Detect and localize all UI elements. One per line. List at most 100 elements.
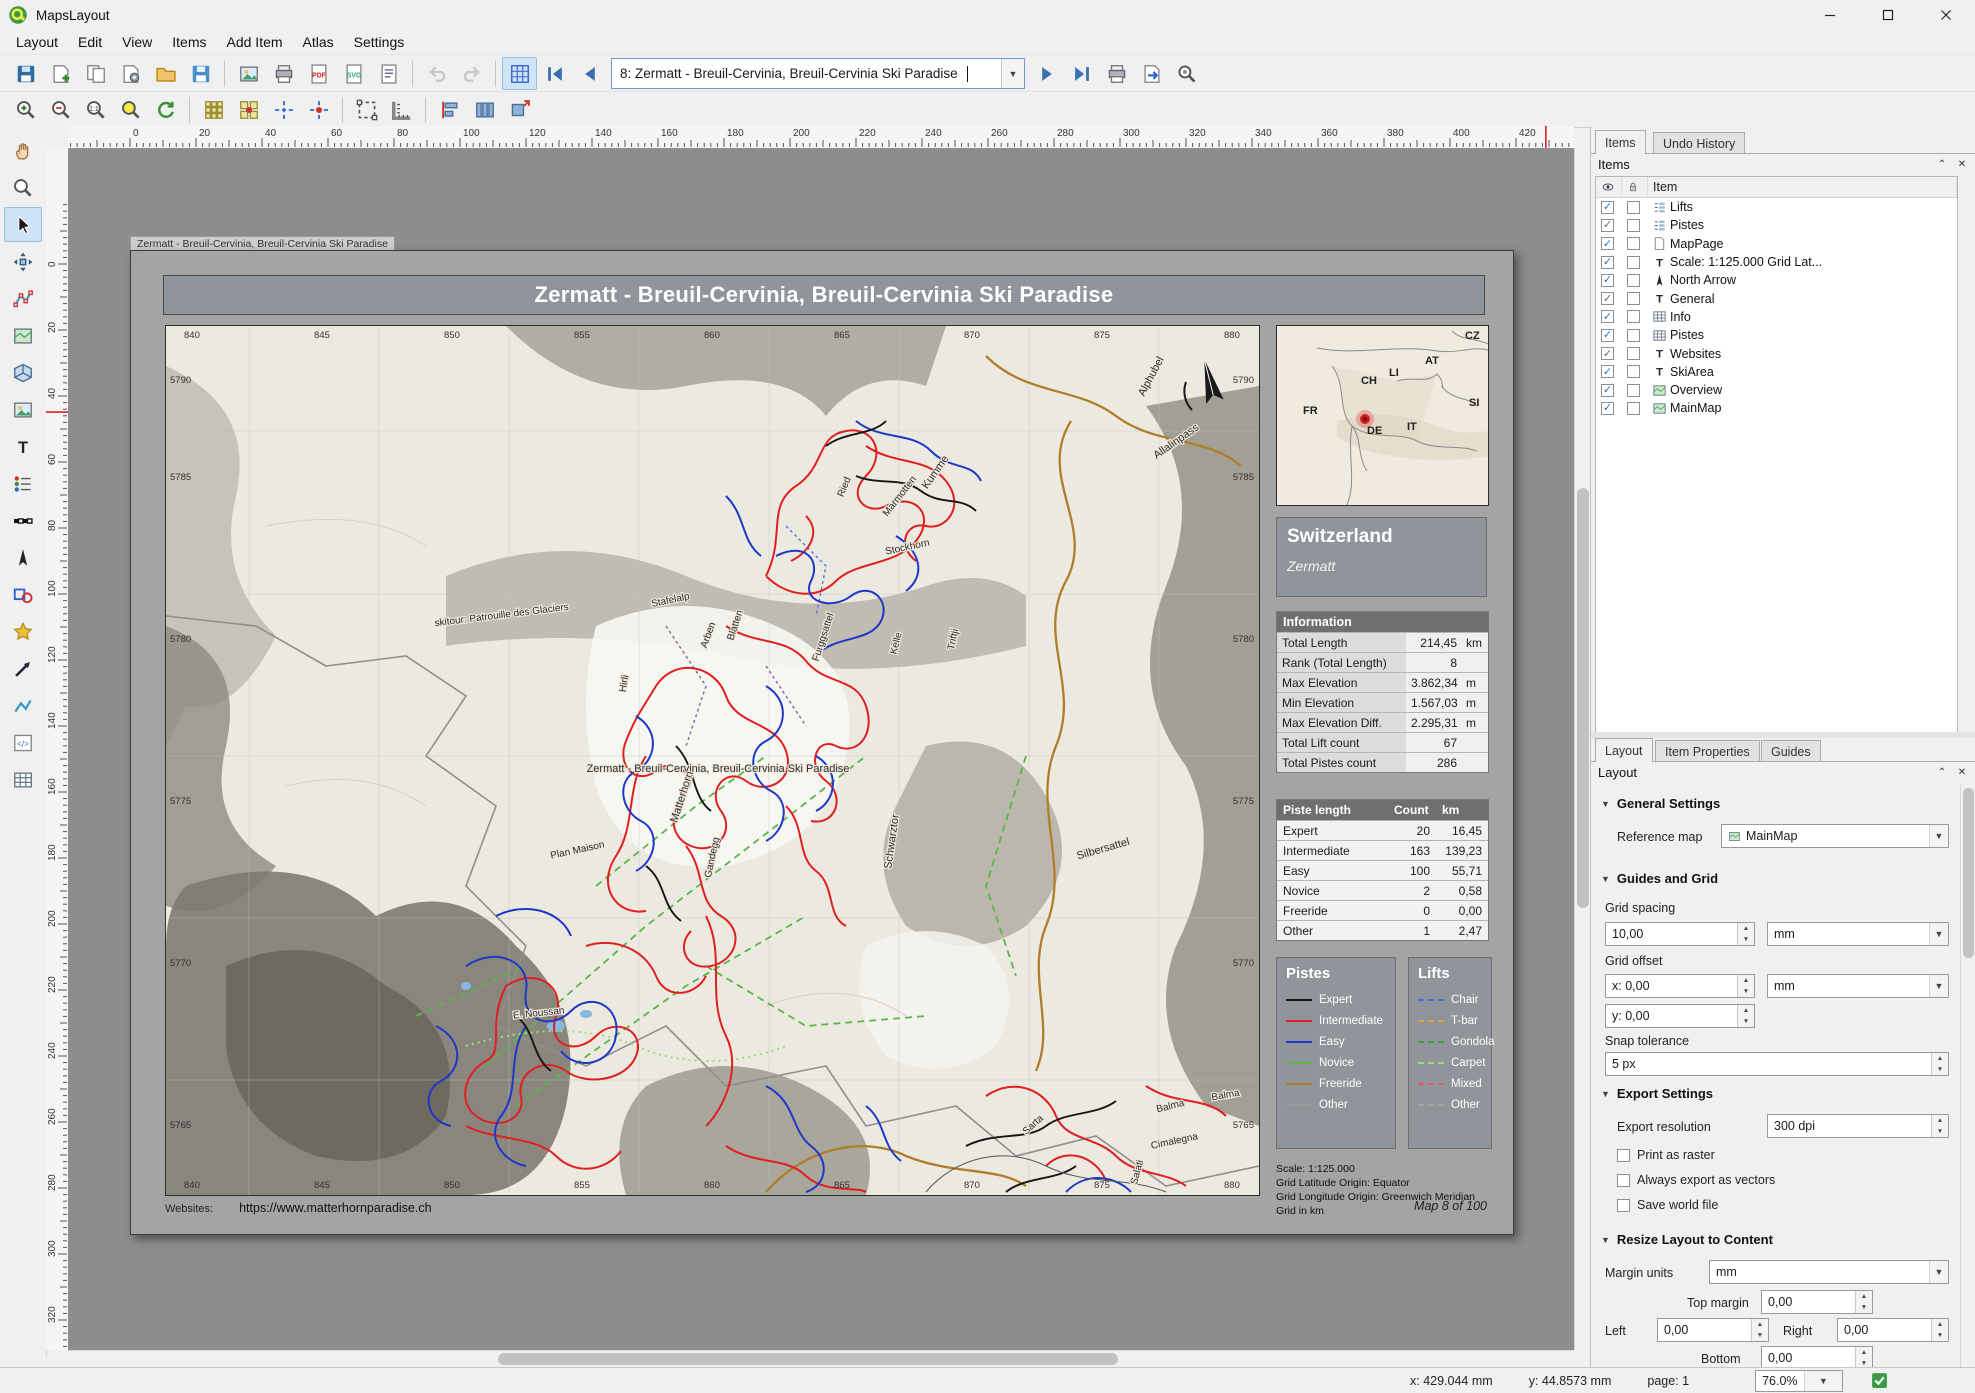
region-label-item[interactable]: Switzerland Zermatt	[1276, 517, 1487, 597]
add-label-tool[interactable]: T	[4, 429, 42, 464]
show-grid-toggle[interactable]	[196, 93, 231, 126]
visibility-checkbox[interactable]	[1601, 292, 1614, 305]
atlas-next-feature-button[interactable]	[1029, 57, 1064, 90]
maximize-button[interactable]	[1859, 0, 1917, 30]
atlas-last-feature-button[interactable]	[1064, 57, 1099, 90]
lock-checkbox[interactable]	[1627, 274, 1640, 287]
move-item-content-tool[interactable]	[4, 244, 42, 279]
items-tree-row[interactable]: North Arrow	[1596, 271, 1957, 289]
menu-add-item[interactable]: Add Item	[217, 31, 293, 53]
lock-checkbox[interactable]	[1627, 402, 1640, 415]
visibility-checkbox[interactable]	[1601, 274, 1614, 287]
top-margin-spin[interactable]: 0,00 ▲▼	[1761, 1290, 1873, 1314]
visibility-checkbox[interactable]	[1601, 201, 1614, 214]
add-marker-tool[interactable]	[4, 614, 42, 649]
group-export-settings[interactable]: ▼Export Settings	[1601, 1086, 1713, 1101]
items-tree-row[interactable]: TSkiArea	[1596, 363, 1957, 381]
items-tree-row[interactable]: Lifts	[1596, 198, 1957, 216]
add-scalebar-tool[interactable]	[4, 503, 42, 538]
items-tree[interactable]: Item LiftsPistesMapPageTScale: 1:125.000…	[1595, 176, 1958, 734]
items-tree-row[interactable]: Pistes	[1596, 326, 1957, 344]
add-3d-map-tool[interactable]	[4, 355, 42, 390]
lock-checkbox[interactable]	[1627, 219, 1640, 232]
group-general-settings[interactable]: ▼General Settings	[1601, 796, 1720, 811]
export-as-svg-button[interactable]: SVG	[336, 57, 371, 90]
panel-float-icon[interactable]: ⌃	[1935, 766, 1949, 780]
grid-offset-unit-combo[interactable]: mm▼	[1767, 974, 1949, 998]
grid-offset-x-spin[interactable]: x: 0,00 ▲▼	[1605, 974, 1755, 998]
panel-scrollbar[interactable]	[1960, 784, 1975, 1367]
preview-atlas-toggle[interactable]	[502, 57, 537, 90]
edit-nodes-tool[interactable]	[4, 281, 42, 316]
items-tree-row[interactable]: Pistes	[1596, 216, 1957, 234]
canvas-vertical-scrollbar[interactable]	[1574, 148, 1591, 1350]
lock-checkbox[interactable]	[1627, 310, 1640, 323]
export-report-button[interactable]	[371, 57, 406, 90]
items-tree-row[interactable]: TScale: 1:125.000 Grid Lat...	[1596, 253, 1957, 271]
grid-spacing-spin[interactable]: 10,00 ▲▼	[1605, 922, 1755, 946]
visibility-checkbox[interactable]	[1601, 347, 1614, 360]
zoom-in-button[interactable]	[8, 93, 43, 126]
zoom-actual-button[interactable]: 1:1	[78, 93, 113, 126]
canvas-horizontal-scrollbar[interactable]	[68, 1350, 1574, 1368]
print-atlas-button[interactable]	[1099, 57, 1134, 90]
chevron-down-icon[interactable]: ▼	[1001, 59, 1024, 88]
atlas-feature-combo[interactable]: 8: Zermatt - Breuil-Cervinia, Breuil-Cer…	[611, 58, 1025, 89]
lock-checkbox[interactable]	[1627, 292, 1640, 305]
panel-float-icon[interactable]: ⌃	[1935, 158, 1949, 172]
export-resolution-spin[interactable]: 300 dpi ▲▼	[1767, 1114, 1949, 1138]
items-tree-row[interactable]: TWebsites	[1596, 344, 1957, 362]
bottom-margin-spin[interactable]: 0,00 ▲▼	[1761, 1346, 1873, 1367]
add-legend-tool[interactable]	[4, 466, 42, 501]
menu-view[interactable]: View	[112, 31, 162, 53]
zoom-full-button[interactable]	[113, 93, 148, 126]
menu-layout[interactable]: Layout	[6, 31, 68, 53]
add-north-arrow-tool[interactable]	[4, 540, 42, 575]
items-tree-row[interactable]: MainMap	[1596, 399, 1957, 417]
vertical-ruler[interactable]: 0204060801001201401601802002202402602803…	[46, 148, 69, 1350]
menu-settings[interactable]: Settings	[344, 31, 415, 53]
undo-button[interactable]	[419, 57, 454, 90]
visibility-checkbox[interactable]	[1601, 256, 1614, 269]
checkbox-print-as-raster[interactable]: Print as raster	[1617, 1148, 1715, 1162]
zoom-out-button[interactable]	[43, 93, 78, 126]
visibility-checkbox[interactable]	[1601, 310, 1614, 323]
duplicate-layout-button[interactable]	[78, 57, 113, 90]
zoom-tool[interactable]	[4, 170, 42, 205]
add-arrow-tool[interactable]	[4, 651, 42, 686]
zoom-level-combo[interactable]: 76.0%▼	[1755, 1370, 1843, 1392]
pan-tool[interactable]	[4, 133, 42, 168]
items-tree-row[interactable]: TGeneral	[1596, 289, 1957, 307]
layout-page[interactable]: Zermatt - Breuil-Cervinia, Breuil-Cervin…	[130, 250, 1514, 1235]
checkbox-always-export-as-vectors[interactable]: Always export as vectors	[1617, 1173, 1775, 1187]
add-attribute-table-tool[interactable]	[4, 762, 42, 797]
information-table-item[interactable]: Information Total Length214,45kmRank (To…	[1276, 611, 1489, 773]
minimize-button[interactable]	[1801, 0, 1859, 30]
add-map-tool[interactable]	[4, 318, 42, 353]
lock-checkbox[interactable]	[1627, 256, 1640, 269]
visibility-checkbox[interactable]	[1601, 384, 1614, 397]
lifts-legend-item[interactable]: Lifts ChairT-barGondolaCarpetMixedOther	[1408, 957, 1492, 1149]
websites-label-item[interactable]: Websites: https://www.matterhornparadise…	[165, 1201, 432, 1215]
lock-checkbox[interactable]	[1627, 201, 1640, 214]
snap-to-guides-toggle[interactable]	[301, 93, 336, 126]
snap-to-grid-toggle[interactable]	[231, 93, 266, 126]
grid-offset-y-spin[interactable]: y: 0,00 ▲▼	[1605, 1004, 1755, 1028]
margin-units-combo[interactable]: mm▼	[1709, 1260, 1949, 1284]
menu-items[interactable]: Items	[162, 31, 216, 53]
lock-checkbox[interactable]	[1627, 365, 1640, 378]
close-button[interactable]	[1917, 0, 1975, 30]
snap-tolerance-spin[interactable]: 5 px ▲▼	[1605, 1052, 1949, 1076]
right-margin-spin[interactable]: 0,00 ▲▼	[1837, 1318, 1949, 1342]
left-margin-spin[interactable]: 0,00 ▲▼	[1657, 1318, 1769, 1342]
show-guides-toggle[interactable]	[266, 93, 301, 126]
distribute-items-button[interactable]	[467, 93, 502, 126]
atlas-settings-button[interactable]	[1169, 57, 1204, 90]
items-tree-row[interactable]: MapPage	[1596, 235, 1957, 253]
menu-edit[interactable]: Edit	[68, 31, 112, 53]
add-node-item-tool[interactable]	[4, 688, 42, 723]
refresh-view-button[interactable]	[148, 93, 183, 126]
align-items-button[interactable]	[432, 93, 467, 126]
show-rulers-toggle[interactable]	[384, 93, 419, 126]
group-resize-layout[interactable]: ▼Resize Layout to Content	[1601, 1232, 1773, 1247]
